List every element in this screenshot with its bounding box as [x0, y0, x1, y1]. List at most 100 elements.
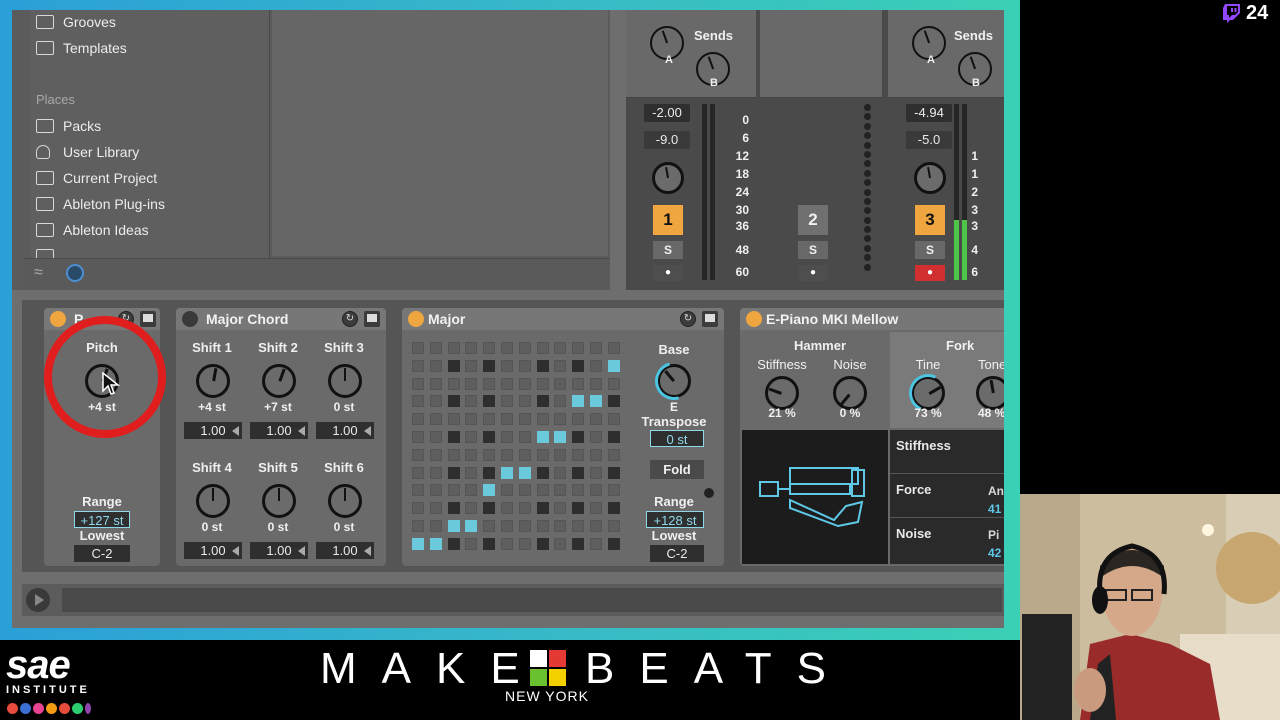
scale-grid-cell[interactable] — [536, 359, 549, 372]
device-activator[interactable] — [746, 311, 762, 327]
noise-knob[interactable] — [833, 376, 867, 410]
scale-grid-cell[interactable] — [483, 448, 496, 461]
fold-button[interactable]: Fold — [650, 460, 704, 479]
shift-2-velocity[interactable]: 1.00 — [250, 422, 308, 439]
scale-grid-cell[interactable] — [554, 359, 567, 372]
scale-grid-cell[interactable] — [572, 484, 585, 497]
scale-grid-cell[interactable] — [412, 431, 424, 443]
record-arm-button[interactable]: ● — [798, 265, 828, 281]
preview-toggle-icon[interactable] — [66, 264, 84, 282]
scale-grid-cell[interactable] — [501, 413, 513, 426]
scale-grid-cell[interactable] — [429, 484, 442, 497]
scale-grid-cell[interactable] — [554, 520, 567, 532]
scale-grid-cell[interactable] — [501, 395, 513, 408]
scale-grid-cell[interactable] — [483, 466, 496, 479]
pan-value[interactable]: -5.0 — [906, 131, 952, 149]
scale-grid-cell[interactable] — [590, 537, 602, 550]
scale-grid-cell[interactable] — [429, 431, 442, 443]
scale-grid-cell[interactable] — [429, 520, 442, 532]
scale-grid-cell[interactable] — [412, 520, 424, 532]
shift-1-velocity[interactable]: 1.00 — [184, 422, 242, 439]
scale-grid-cell[interactable] — [572, 520, 585, 532]
scale-grid-cell[interactable] — [429, 413, 442, 426]
hotswap-icon[interactable]: ↻ — [342, 311, 358, 327]
browser-item-packs[interactable]: Packs — [36, 115, 101, 137]
browser-item-ableton-ideas[interactable]: Ableton Ideas — [36, 219, 149, 241]
scale-grid-cell[interactable] — [572, 377, 585, 390]
scale-grid-cell[interactable] — [607, 359, 620, 372]
scale-grid-cell[interactable] — [554, 537, 567, 550]
scale-grid-cell[interactable] — [483, 359, 496, 372]
scale-grid-cell[interactable] — [607, 413, 620, 426]
scale-grid-cell[interactable] — [429, 395, 442, 408]
device-activator[interactable] — [182, 311, 198, 327]
scale-grid-cell[interactable] — [590, 431, 602, 443]
scale-grid-cell[interactable] — [590, 466, 602, 479]
scale-grid-cell[interactable] — [518, 484, 531, 497]
scale-grid-cell[interactable] — [572, 448, 585, 461]
scale-grid-cell[interactable] — [447, 520, 460, 532]
scale-grid-cell[interactable] — [590, 342, 602, 354]
scale-grid-cell[interactable] — [518, 502, 531, 515]
scale-grid-cell[interactable] — [536, 466, 549, 479]
scale-grid-cell[interactable] — [572, 431, 585, 443]
scale-grid-cell[interactable] — [501, 359, 513, 372]
browser-item-current-project[interactable]: Current Project — [36, 167, 157, 189]
scale-grid-cell[interactable] — [536, 395, 549, 408]
volume-value[interactable]: -2.00 — [644, 104, 690, 122]
shift-6-velocity[interactable]: 1.00 — [316, 542, 374, 559]
scale-grid-cell[interactable] — [501, 431, 513, 443]
scale-grid-cell[interactable] — [465, 484, 478, 497]
scale-grid-cell[interactable] — [501, 448, 513, 461]
scale-grid-cell[interactable] — [412, 377, 424, 390]
scale-grid-cell[interactable] — [518, 520, 531, 532]
scale-grid-cell[interactable] — [607, 484, 620, 497]
save-preset-icon[interactable] — [702, 311, 718, 327]
scale-grid-cell[interactable] — [590, 502, 602, 515]
scale-grid-cell[interactable] — [501, 537, 513, 550]
scale-grid-cell[interactable] — [554, 502, 567, 515]
scale-grid-cell[interactable] — [554, 377, 567, 390]
scale-grid-cell[interactable] — [590, 484, 602, 497]
shift-5-knob[interactable] — [262, 484, 296, 518]
scale-grid-cell[interactable] — [465, 466, 478, 479]
scale-grid-cell[interactable] — [607, 377, 620, 390]
scale-grid-cell[interactable] — [465, 359, 478, 372]
scale-grid-cell[interactable] — [483, 431, 496, 443]
scale-grid-cell[interactable] — [554, 466, 567, 479]
scale-grid-cell[interactable] — [447, 466, 460, 479]
scale-grid-cell[interactable] — [518, 413, 531, 426]
mod-row-stiffness[interactable]: Stiffness — [890, 430, 1004, 474]
browser-item-templates[interactable]: Templates — [36, 37, 127, 59]
scale-grid-cell[interactable] — [572, 537, 585, 550]
scale-grid-cell[interactable] — [518, 537, 531, 550]
scale-grid-cell[interactable] — [429, 466, 442, 479]
scale-grid-cell[interactable] — [501, 377, 513, 390]
volume-value[interactable]: -4.94 — [906, 104, 952, 122]
scale-grid-cell[interactable] — [607, 395, 620, 408]
scale-grid-cell[interactable] — [572, 359, 585, 372]
scale-grid-cell[interactable] — [518, 448, 531, 461]
save-preset-icon[interactable] — [364, 311, 380, 327]
scale-grid-cell[interactable] — [447, 359, 460, 372]
scale-grid-cell[interactable] — [412, 537, 424, 550]
scale-grid-cell[interactable] — [572, 342, 585, 354]
track-activator-2[interactable]: 2 — [798, 205, 828, 235]
scale-grid-cell[interactable] — [412, 502, 424, 515]
scale-grid-cell[interactable] — [554, 395, 567, 408]
scale-grid-cell[interactable] — [412, 484, 424, 497]
scale-grid-cell[interactable] — [590, 377, 602, 390]
scale-grid-cell[interactable] — [518, 359, 531, 372]
track-activator-1[interactable]: 1 — [653, 205, 683, 235]
scale-grid-cell[interactable] — [465, 395, 478, 408]
scale-grid-cell[interactable] — [429, 502, 442, 515]
scale-grid-cell[interactable] — [501, 466, 513, 479]
pan-knob[interactable] — [914, 162, 946, 194]
scale-grid-cell[interactable] — [483, 413, 496, 426]
scale-grid-cell[interactable] — [590, 395, 602, 408]
scale-grid-cell[interactable] — [429, 342, 442, 354]
scale-grid-cell[interactable] — [590, 359, 602, 372]
scale-grid-cell[interactable] — [412, 395, 424, 408]
scale-grid-cell[interactable] — [607, 466, 620, 479]
scale-grid-cell[interactable] — [572, 466, 585, 479]
